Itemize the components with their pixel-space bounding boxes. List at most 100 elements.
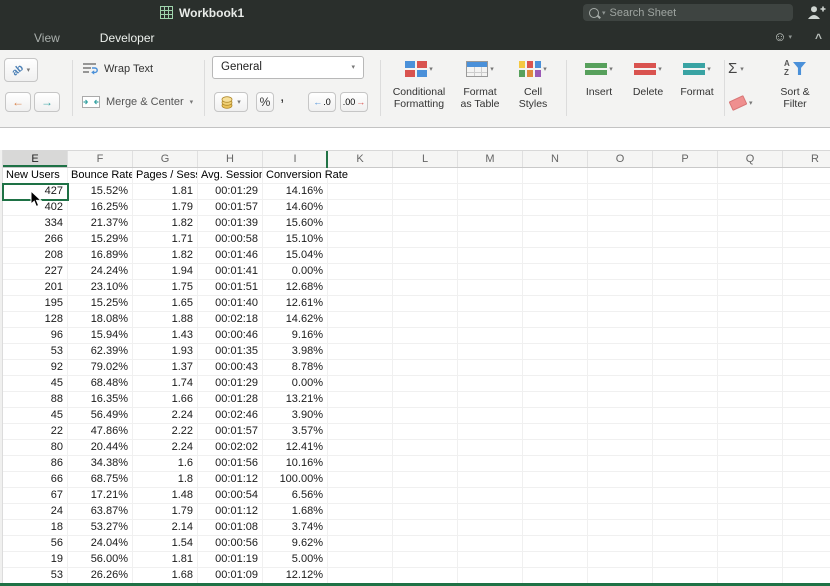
column-header-P[interactable]: P bbox=[653, 151, 718, 167]
cell[interactable] bbox=[718, 344, 783, 359]
cell[interactable] bbox=[718, 424, 783, 439]
cell[interactable] bbox=[718, 296, 783, 311]
cell[interactable]: 1.8 bbox=[133, 472, 198, 487]
cell[interactable]: 2.14 bbox=[133, 520, 198, 535]
column-header-Q[interactable]: Q bbox=[718, 151, 783, 167]
cell[interactable]: 3.57% bbox=[263, 424, 328, 439]
cell[interactable] bbox=[523, 232, 588, 247]
orientation-button[interactable]: ab ▾ bbox=[4, 58, 38, 82]
cell[interactable] bbox=[718, 200, 783, 215]
cell[interactable] bbox=[523, 280, 588, 295]
cell[interactable] bbox=[458, 424, 523, 439]
tab-view[interactable]: View bbox=[34, 31, 60, 45]
cell[interactable]: 00:00:54 bbox=[198, 488, 263, 503]
cell[interactable] bbox=[458, 200, 523, 215]
cell[interactable] bbox=[653, 472, 718, 487]
cell[interactable] bbox=[523, 344, 588, 359]
cell[interactable] bbox=[588, 184, 653, 199]
cell[interactable] bbox=[588, 488, 653, 503]
cell[interactable] bbox=[653, 376, 718, 391]
cell[interactable] bbox=[393, 216, 458, 231]
format-as-table-button[interactable]: ▾Formatas Table bbox=[452, 55, 508, 110]
cell[interactable]: 79.02% bbox=[68, 360, 133, 375]
cell[interactable]: 24.04% bbox=[68, 536, 133, 551]
cell[interactable] bbox=[588, 440, 653, 455]
column-header-K[interactable]: K bbox=[328, 151, 393, 167]
cell[interactable] bbox=[328, 440, 393, 455]
cell[interactable]: 0.00% bbox=[263, 264, 328, 279]
cell[interactable] bbox=[783, 360, 830, 375]
cell[interactable]: 1.68 bbox=[133, 568, 198, 583]
cell[interactable]: 00:01:35 bbox=[198, 344, 263, 359]
cell[interactable]: 00:01:51 bbox=[198, 280, 263, 295]
cell[interactable] bbox=[328, 408, 393, 423]
cell[interactable]: 1.66 bbox=[133, 392, 198, 407]
cell[interactable] bbox=[393, 440, 458, 455]
cell[interactable]: 16.35% bbox=[68, 392, 133, 407]
cell[interactable] bbox=[653, 568, 718, 583]
cell[interactable] bbox=[523, 360, 588, 375]
cell[interactable] bbox=[523, 328, 588, 343]
cell[interactable]: Pages / Sessi bbox=[133, 168, 198, 183]
cell[interactable]: New Users bbox=[3, 168, 68, 183]
cell[interactable] bbox=[718, 568, 783, 583]
tab-developer[interactable]: Developer bbox=[100, 31, 155, 45]
cell[interactable] bbox=[393, 472, 458, 487]
cell[interactable] bbox=[393, 504, 458, 519]
cell[interactable] bbox=[328, 472, 393, 487]
cell[interactable] bbox=[393, 280, 458, 295]
column-header-O[interactable]: O bbox=[588, 151, 653, 167]
sort-filter-button[interactable]: Sort &Filter bbox=[766, 55, 824, 110]
cell[interactable] bbox=[718, 520, 783, 535]
cell[interactable] bbox=[653, 168, 718, 183]
cell[interactable]: 1.6 bbox=[133, 456, 198, 471]
delete-button[interactable]: ▾Delete bbox=[624, 55, 672, 98]
cell[interactable] bbox=[328, 392, 393, 407]
cell[interactable]: 53.27% bbox=[68, 520, 133, 535]
cell[interactable]: 13.21% bbox=[263, 392, 328, 407]
cell[interactable]: 00:01:56 bbox=[198, 456, 263, 471]
cell[interactable] bbox=[783, 264, 830, 279]
insert-button[interactable]: ▾Insert bbox=[574, 55, 624, 98]
cell[interactable] bbox=[718, 312, 783, 327]
cell[interactable] bbox=[393, 312, 458, 327]
cell[interactable] bbox=[523, 568, 588, 583]
cell[interactable]: 16.25% bbox=[68, 200, 133, 215]
cell[interactable] bbox=[783, 296, 830, 311]
feedback-button[interactable]: ☺ ▾ bbox=[773, 29, 792, 44]
cell[interactable] bbox=[783, 248, 830, 263]
merge-center-button[interactable]: Merge & Center ▾ bbox=[82, 96, 193, 108]
cell[interactable] bbox=[523, 200, 588, 215]
cell[interactable]: 00:01:19 bbox=[198, 552, 263, 567]
cell[interactable] bbox=[718, 280, 783, 295]
cell[interactable] bbox=[458, 456, 523, 471]
column-header-R[interactable]: R bbox=[783, 151, 830, 167]
percent-style-button[interactable]: % bbox=[256, 92, 274, 112]
cell[interactable]: 19 bbox=[3, 552, 68, 567]
cell[interactable] bbox=[783, 312, 830, 327]
cell[interactable] bbox=[588, 456, 653, 471]
cell[interactable] bbox=[328, 360, 393, 375]
cell[interactable] bbox=[458, 168, 523, 183]
cell[interactable]: 00:01:39 bbox=[198, 216, 263, 231]
cell[interactable]: 92 bbox=[3, 360, 68, 375]
cell[interactable] bbox=[588, 248, 653, 263]
cell[interactable]: 15.25% bbox=[68, 296, 133, 311]
cell[interactable]: 1.54 bbox=[133, 536, 198, 551]
cell[interactable] bbox=[718, 248, 783, 263]
cell[interactable] bbox=[458, 472, 523, 487]
cell[interactable]: 1.88 bbox=[133, 312, 198, 327]
cell[interactable] bbox=[393, 264, 458, 279]
cell[interactable] bbox=[718, 408, 783, 423]
cell[interactable] bbox=[653, 264, 718, 279]
cell[interactable] bbox=[783, 536, 830, 551]
cell[interactable] bbox=[328, 376, 393, 391]
cell[interactable] bbox=[653, 488, 718, 503]
cell[interactable]: Bounce Rate bbox=[68, 168, 133, 183]
cell[interactable] bbox=[783, 232, 830, 247]
cell[interactable] bbox=[458, 408, 523, 423]
cell[interactable]: 1.82 bbox=[133, 216, 198, 231]
cell[interactable]: 2.22 bbox=[133, 424, 198, 439]
cell[interactable] bbox=[718, 328, 783, 343]
cell[interactable]: 00:01:12 bbox=[198, 472, 263, 487]
